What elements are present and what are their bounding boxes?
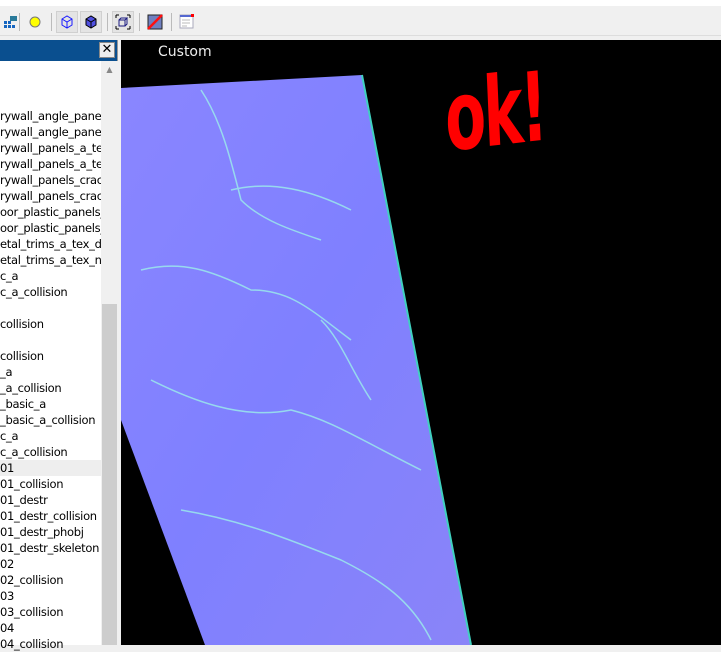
list-item[interactable]: rywall_angle_panels_ (0, 124, 101, 140)
list-item[interactable] (0, 332, 101, 348)
vertical-scrollbar[interactable]: ▲ (101, 61, 118, 645)
list-item[interactable]: etal_trims_a_tex_n (0, 252, 101, 268)
list-item[interactable] (0, 300, 101, 316)
list-item[interactable]: collision (0, 348, 101, 364)
light-icon[interactable] (24, 11, 46, 33)
toolbar (0, 0, 721, 36)
list-item[interactable]: 02 (0, 556, 101, 572)
ok-annotation: ok! (442, 50, 548, 174)
object-list-panel: ✕ rywall_angle_panels_rywall_angle_panel… (0, 40, 118, 651)
list-item[interactable]: rywall_panels_a_tex_ (0, 156, 101, 172)
list-item[interactable]: _basic_a (0, 396, 101, 412)
list-item[interactable]: c_a (0, 268, 101, 284)
list-item[interactable]: etal_trims_a_tex_d (0, 236, 101, 252)
bounding-box-icon[interactable] (112, 11, 134, 33)
list-item[interactable]: c_a_collision (0, 284, 101, 300)
list-item[interactable]: oor_plastic_panels_a_ (0, 220, 101, 236)
list-item[interactable]: 01_destr_skeleton (0, 540, 101, 556)
list-item[interactable]: rywall_panels_crack_ (0, 188, 101, 204)
list-item[interactable]: _a_collision (0, 380, 101, 396)
3d-viewport[interactable]: Custom ok! (121, 40, 721, 645)
text-window-icon[interactable] (176, 11, 198, 33)
list-item[interactable]: rywall_panels_crack_ (0, 172, 101, 188)
list-item[interactable]: rywall_angle_panels_ (0, 108, 101, 124)
wireframe-cube-icon[interactable] (56, 11, 78, 33)
scroll-up-arrow-icon[interactable]: ▲ (101, 61, 118, 78)
list-item[interactable]: 04_collision (0, 636, 101, 652)
solid-cube-icon[interactable] (80, 11, 102, 33)
list-item[interactable]: collision (0, 316, 101, 332)
no-texture-icon[interactable] (144, 11, 166, 33)
list-item[interactable]: 01_destr_phobj (0, 524, 101, 540)
scrollbar-thumb[interactable] (102, 304, 117, 645)
normal-map-surface (121, 74, 472, 645)
list-item[interactable]: 01_collision (0, 476, 101, 492)
list-item[interactable]: rywall_panels_a_tex_ (0, 140, 101, 156)
list-item[interactable]: 03_collision (0, 604, 101, 620)
list-item[interactable]: 01 (0, 460, 101, 476)
list-item[interactable]: c_a_collision (0, 444, 101, 460)
list-item[interactable]: 01_destr (0, 492, 101, 508)
list-item[interactable]: _basic_a_collision (0, 412, 101, 428)
list-item[interactable]: _a (0, 364, 101, 380)
list-item[interactable]: 02_collision (0, 572, 101, 588)
list-item[interactable]: c_a (0, 428, 101, 444)
close-panel-button[interactable]: ✕ (99, 42, 115, 58)
list-item[interactable]: 01_destr_collision (0, 508, 101, 524)
list-item[interactable]: 04 (0, 620, 101, 636)
textured-plane (121, 75, 471, 645)
panel-titlebar: ✕ (0, 40, 117, 61)
list-item[interactable]: 03 (0, 588, 101, 604)
list-item[interactable]: oor_plastic_panels_a_ (0, 204, 101, 220)
object-list: rywall_angle_panels_rywall_angle_panels_… (0, 108, 101, 652)
